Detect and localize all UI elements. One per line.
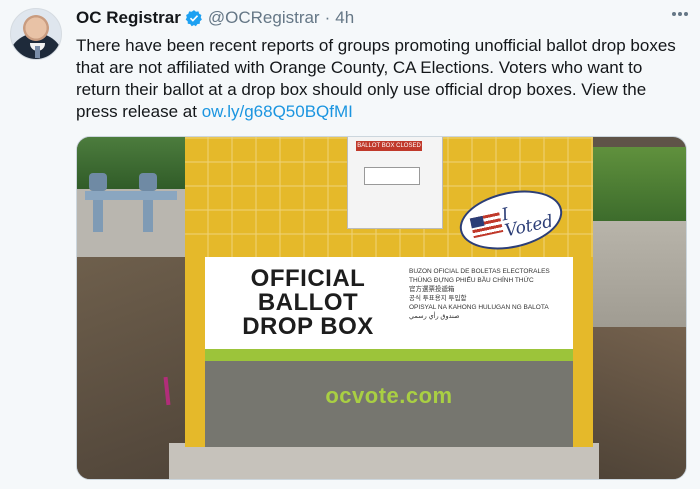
verified-badge-icon (185, 10, 202, 27)
author-avatar[interactable] (10, 8, 62, 60)
language-label: BUZON OFICIAL DE BOLETAS ELECTORALES (409, 268, 550, 275)
slot-sticker (364, 167, 420, 185)
box-white-panel: OFFICIAL BALLOT DROP BOX BUZON OFICIAL D… (205, 257, 573, 349)
author-name[interactable]: OC Registrar (76, 8, 181, 28)
avatar-tie (35, 46, 40, 58)
ballot-drop-box: BALLOT BOX CLOSED I Voted OFFICIAL BALLO… (185, 137, 593, 447)
slot-label: BALLOT BOX CLOSED (356, 141, 422, 151)
valve (139, 173, 157, 191)
box-heading: OFFICIAL BALLOT DROP BOX (223, 267, 393, 339)
tweet[interactable]: OC Registrar @OCRegistrar · 4h There hav… (0, 0, 700, 489)
more-dot-icon (672, 12, 676, 16)
tweet-text: There have been recent reports of groups… (76, 35, 690, 123)
box-heading-line1: OFFICIAL (250, 265, 366, 292)
author-handle[interactable]: @OCRegistrar (208, 8, 320, 28)
language-label: OPISYAL NA KAHONG HULUGAN NG BALOTA (409, 304, 549, 311)
water-pipes (85, 159, 180, 234)
language-label: 공식 투표용지 투입함 (409, 295, 467, 302)
tweet-timestamp[interactable]: 4h (335, 8, 354, 28)
grass-right (591, 147, 686, 225)
language-labels: BUZON OFICIAL DE BOLETAS ELECTORALES THÙ… (409, 267, 559, 321)
press-release-link[interactable]: ow.ly/g68Q50BQfMI (202, 102, 353, 121)
language-label: 官方選票投遞箱 (409, 286, 455, 293)
box-gray-panel: ocvote.com (205, 361, 573, 447)
box-website: ocvote.com (325, 383, 453, 408)
header-separator: · (324, 8, 331, 27)
tweet-body-text: There have been recent reports of groups… (76, 36, 676, 121)
more-dot-icon (678, 12, 682, 16)
tweet-header: OC Registrar @OCRegistrar · 4h (76, 6, 354, 30)
tweet-photo[interactable]: BALLOT BOX CLOSED I Voted OFFICIAL BALLO… (76, 136, 687, 480)
language-label: THÙNG ĐỰNG PHIẾU BẦU CHÍNH THỨC (409, 277, 534, 284)
flag-icon (469, 212, 504, 239)
language-label: صندوق رأي رسمي (409, 313, 460, 320)
concrete-base (169, 443, 599, 479)
more-options-icon[interactable] (672, 12, 688, 18)
ballot-slot: BALLOT BOX CLOSED (347, 137, 443, 229)
more-dot-icon (684, 12, 688, 16)
i-voted-text: I Voted (500, 198, 555, 242)
green-band (205, 349, 573, 361)
box-heading-line2: BALLOT (257, 289, 359, 316)
pipe (85, 191, 177, 200)
valve (89, 173, 107, 191)
box-heading-line3: DROP BOX (242, 313, 374, 340)
